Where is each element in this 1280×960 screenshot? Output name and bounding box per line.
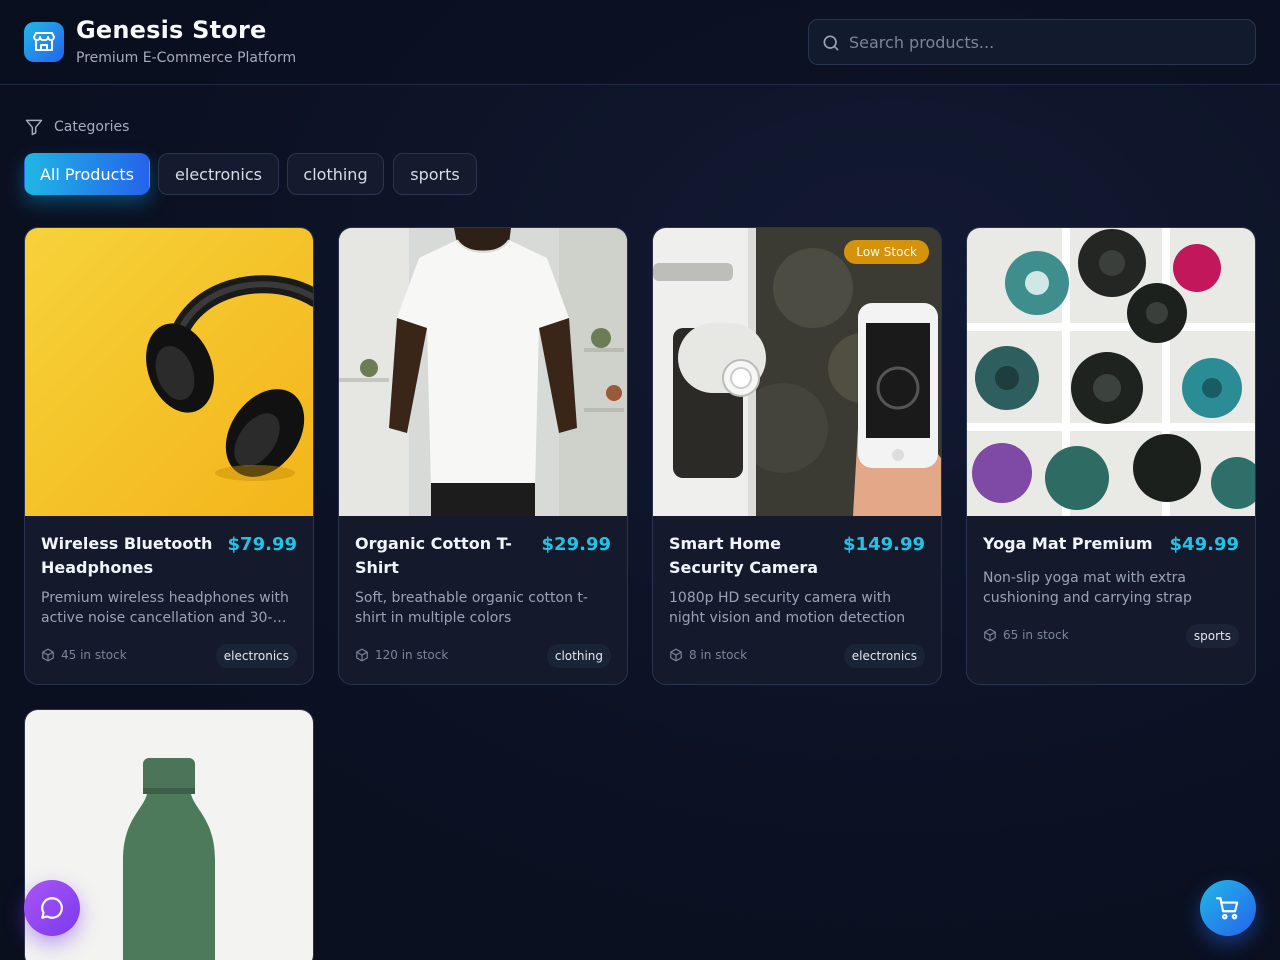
category-chip-all-products[interactable]: All Products bbox=[24, 153, 150, 195]
product-name: Organic Cotton T-Shirt bbox=[355, 534, 512, 577]
chat-bubble-icon bbox=[41, 897, 63, 919]
category-tag: sports bbox=[1185, 624, 1239, 648]
product-description: Soft, breathable organic cotton t-shirt … bbox=[355, 590, 588, 626]
product-image-headphones[interactable] bbox=[25, 228, 313, 516]
stock-count: 120 in stock bbox=[375, 648, 449, 662]
product-card[interactable]: Wireless Bluetooth Headphones $79.99 Pre… bbox=[24, 227, 314, 685]
search-input[interactable] bbox=[849, 20, 1245, 64]
product-name: Wireless Bluetooth Headphones bbox=[41, 534, 213, 577]
product-image-tshirt[interactable] bbox=[339, 228, 627, 516]
package-icon bbox=[670, 648, 682, 662]
low-stock-badge: Low Stock bbox=[844, 240, 929, 264]
category-chip-electronics[interactable]: electronics bbox=[158, 153, 279, 195]
package-icon bbox=[984, 628, 996, 642]
chat-button[interactable] bbox=[24, 880, 80, 936]
stock-count: 8 in stock bbox=[689, 648, 748, 662]
store-title: Genesis Store bbox=[76, 16, 267, 44]
product-price: $79.99 bbox=[227, 534, 297, 555]
stock-indicator: 120 in stock bbox=[355, 648, 448, 662]
product-image-security-camera[interactable] bbox=[653, 228, 941, 516]
product-card[interactable]: Yoga Mat Premium $49.99 Non-slip yoga ma… bbox=[966, 227, 1256, 685]
category-chip-clothing[interactable]: clothing bbox=[287, 153, 384, 195]
package-icon bbox=[42, 648, 54, 662]
store-subtitle: Premium E-Commerce Platform bbox=[76, 50, 297, 66]
filter-icon bbox=[25, 119, 43, 136]
stock-indicator: 65 in stock bbox=[983, 628, 1069, 642]
product-card[interactable]: Low Stock Smart Home Security Camera $14… bbox=[652, 227, 942, 685]
product-description: 1080p HD security camera with night visi… bbox=[669, 590, 906, 626]
stock-count: 45 in stock bbox=[61, 648, 127, 662]
categories-label: Categories bbox=[54, 119, 130, 135]
product-price: $49.99 bbox=[1169, 534, 1239, 555]
store-logo[interactable] bbox=[24, 22, 64, 62]
cart-button[interactable] bbox=[1200, 880, 1256, 936]
product-description: Non-slip yoga mat with extra cushioning … bbox=[983, 570, 1192, 606]
product-name: Yoga Mat Premium bbox=[983, 534, 1153, 553]
product-card[interactable]: Organic Cotton T-Shirt $29.99 Soft, brea… bbox=[338, 227, 628, 685]
category-tag: electronics bbox=[215, 644, 297, 668]
stock-count: 65 in stock bbox=[1003, 628, 1069, 642]
category-chip-sports[interactable]: sports bbox=[393, 153, 477, 195]
category-tag: electronics bbox=[843, 644, 925, 668]
stock-indicator: 45 in stock bbox=[41, 648, 127, 662]
product-name: Smart Home Security Camera bbox=[669, 534, 819, 577]
search-box bbox=[808, 19, 1256, 65]
store-icon bbox=[33, 32, 55, 51]
product-price: $149.99 bbox=[843, 534, 925, 555]
search-icon bbox=[823, 35, 839, 51]
shopping-cart-icon bbox=[1216, 897, 1239, 920]
product-price: $29.99 bbox=[541, 534, 611, 555]
header: Genesis Store Premium E-Commerce Platfor… bbox=[0, 0, 1280, 85]
stock-indicator: 8 in stock bbox=[669, 648, 747, 662]
product-description: Premium wireless headphones with active … bbox=[41, 590, 289, 626]
category-tag: clothing bbox=[546, 644, 611, 668]
categories-heading: Categories bbox=[24, 117, 129, 137]
product-image-yoga-mat[interactable] bbox=[967, 228, 1255, 516]
package-icon bbox=[356, 648, 368, 662]
